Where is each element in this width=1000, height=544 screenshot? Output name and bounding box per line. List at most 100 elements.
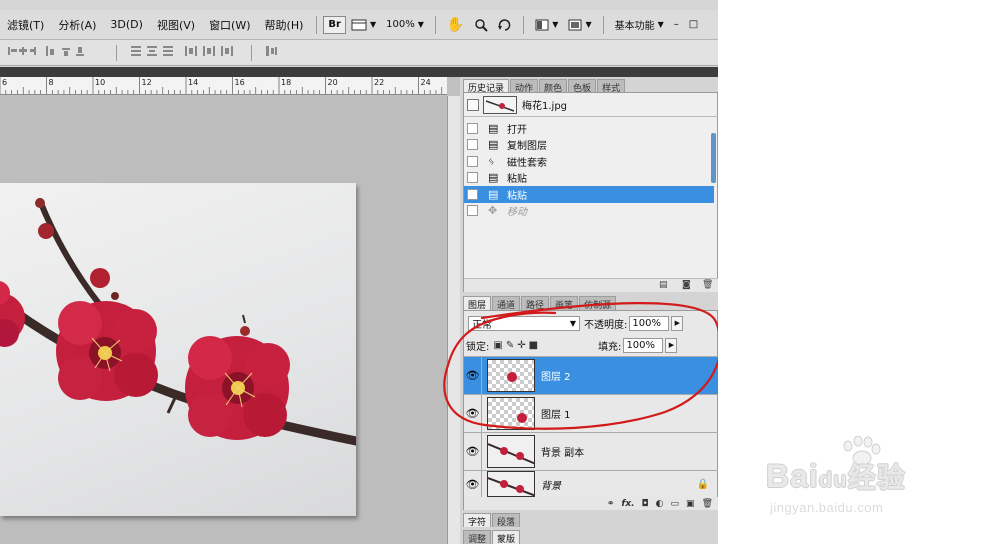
layers-panel: 正常 ▼ 不透明度: 100% ▶ 锁定: ▣ ✎ ✛ ■ 填充: 100% ▶ [463,310,718,510]
history-item-label: 复制图层 [507,141,547,153]
menu-filter[interactable]: 滤镜(T) [0,17,51,33]
tab-character[interactable]: 字符 [463,513,492,528]
layer-row-background[interactable]: 👁 背景 🔒 [464,470,718,497]
history-source-checkbox[interactable] [467,205,478,217]
rotate-view-button[interactable] [493,16,517,34]
baidu-url: jingyan.baidu.com [770,500,884,515]
distribute-icons-group[interactable] [123,44,245,61]
snapshot-thumbnail-image [485,99,515,112]
eye-icon[interactable]: 👁 [464,394,482,433]
tab-paragraph[interactable]: 段落 [492,513,521,528]
ruler-tick-label: 24 [420,78,431,87]
blend-mode-value: 正常 [472,319,492,331]
options-bar [0,40,718,66]
arrange-icon [535,19,549,30]
menu-view[interactable]: 视图(V) [150,17,202,33]
layer-thumbnail-image [507,372,517,382]
lock-move-icon[interactable]: ✛ [517,340,525,351]
ruler-tick-label: 22 [374,78,385,87]
history-item-label: 粘贴 [507,190,527,202]
blend-mode-dropdown[interactable]: 正常 ▼ [468,315,580,331]
baidu-brand-du: du [818,467,848,492]
layer-row-background-copy[interactable]: 👁 背景 副本 [464,432,718,471]
menu-help[interactable]: 帮助(H) [258,17,311,33]
zoom-tool-button[interactable] [469,16,493,34]
tab-channels[interactable]: 通道 [492,296,521,311]
history-source-checkbox[interactable] [467,172,478,184]
fx-icon[interactable]: fx. [621,499,634,509]
opacity-field[interactable]: 100% [629,315,670,331]
layer-thumbnail [487,359,535,392]
new-document-from-state-icon[interactable]: ▤ [659,280,668,290]
snapshot-brush-icon[interactable] [467,98,479,111]
lock-brush-icon[interactable]: ✎ [506,340,514,351]
tab-masks[interactable]: 蒙版 [492,530,521,544]
history-source-checkbox[interactable] [467,139,478,151]
folder-icon[interactable]: ▭ [671,499,680,509]
history-source-checkbox[interactable] [467,188,478,200]
menu-separator [316,15,318,34]
menu-analysis[interactable]: 分析(A) [51,17,103,33]
adjustment-icon[interactable]: ◐ [656,499,664,509]
chevron-down-icon: ▼ [552,20,559,29]
hand-tool-button[interactable]: ✋ [442,16,469,34]
lock-all-icon[interactable]: ■ [529,340,538,351]
history-item-selected[interactable]: ▤ 粘贴 [464,186,714,203]
lock-transparent-icon[interactable]: ▣ [493,340,502,351]
fill-field[interactable]: 100% [623,337,664,353]
arrange-documents-button[interactable]: ▼ [530,16,563,34]
maximize-button[interactable]: □ [684,16,703,34]
tab-layers[interactable]: 图层 [463,296,492,311]
workspace-dropdown[interactable]: 基本功能 ▼ [610,16,669,34]
eye-icon[interactable]: 👁 [464,432,482,471]
trash-icon[interactable]: 🗑 [702,280,713,290]
vertical-scrollbar[interactable] [447,96,460,544]
new-layer-icon[interactable]: ▣ [686,499,695,509]
options-separator [251,44,252,61]
bridge-button[interactable]: Br [323,15,346,34]
chevron-down-icon: ▼ [657,20,664,29]
history-source-checkbox[interactable] [467,155,478,167]
camera-icon[interactable]: ◙ [682,280,691,290]
menu-window[interactable]: 窗口(W) [202,17,257,33]
history-item[interactable]: ▤ 复制图层 [464,137,714,154]
fill-slider-arrow[interactable]: ▶ [665,337,678,353]
tab-clone-source[interactable]: 仿制源 [579,296,617,311]
screen-mode-2-button[interactable]: ▼ [563,16,596,34]
layer-row-layer-2[interactable]: 👁 图层 2 [464,356,718,395]
ruler-tick-label: 8 [48,78,54,87]
mask-icon[interactable]: ◘ [642,499,649,509]
zoom-level-dropdown[interactable]: 100% ▼ [381,16,429,34]
align-icons-group[interactable] [0,44,110,61]
document-icon: ▤ [488,171,499,185]
tab-paths[interactable]: 路径 [521,296,550,311]
chevron-down-icon: ▼ [369,20,377,29]
tab-brushes[interactable]: 画笔 [550,296,579,311]
menu-3d[interactable]: 3D(D) [103,18,150,31]
chevron-down-icon: ▼ [417,20,424,29]
layer-thumbnail [487,471,535,497]
history-source-checkbox[interactable] [467,122,478,134]
layer-row-layer-1[interactable]: 👁 图层 1 [464,394,718,433]
history-scrollbar-thumb[interactable] [711,133,716,183]
link-icon[interactable]: ⚭ [607,499,615,509]
eye-icon[interactable]: 👁 [464,356,482,395]
trash-icon[interactable]: 🗑 [702,499,713,509]
document-tab-bar [0,67,460,77]
history-item-undone[interactable]: ✥ 移动 [464,203,714,220]
tab-adjustments[interactable]: 调整 [463,530,492,544]
opacity-slider-arrow[interactable]: ▶ [671,315,684,331]
auto-align-button[interactable] [258,44,284,61]
history-snapshot[interactable]: 梅花1.jpg [464,93,718,117]
minimize-button[interactable]: – [669,16,684,34]
history-item[interactable]: ᛃ 磁性套索 [464,153,714,170]
history-item[interactable]: ▤ 打开 [464,120,714,137]
rotate-view-icon [498,18,511,31]
plum-blossom-photo[interactable] [0,183,356,516]
history-item[interactable]: ▤ 粘贴 [464,170,714,187]
eye-icon[interactable]: 👁 [464,471,482,497]
history-panel: 梅花1.jpg ▤ 打开 ▤ 复制图层 ᛃ 磁性套索 ▤ 粘贴 ▤ 粘贴 ✥ 移… [463,92,718,292]
screen-mode-button[interactable]: ▼ [346,16,381,34]
baidu-logo-text: Baidu经验 [766,456,906,496]
magnetic-lasso-icon: ᛃ [488,154,495,168]
